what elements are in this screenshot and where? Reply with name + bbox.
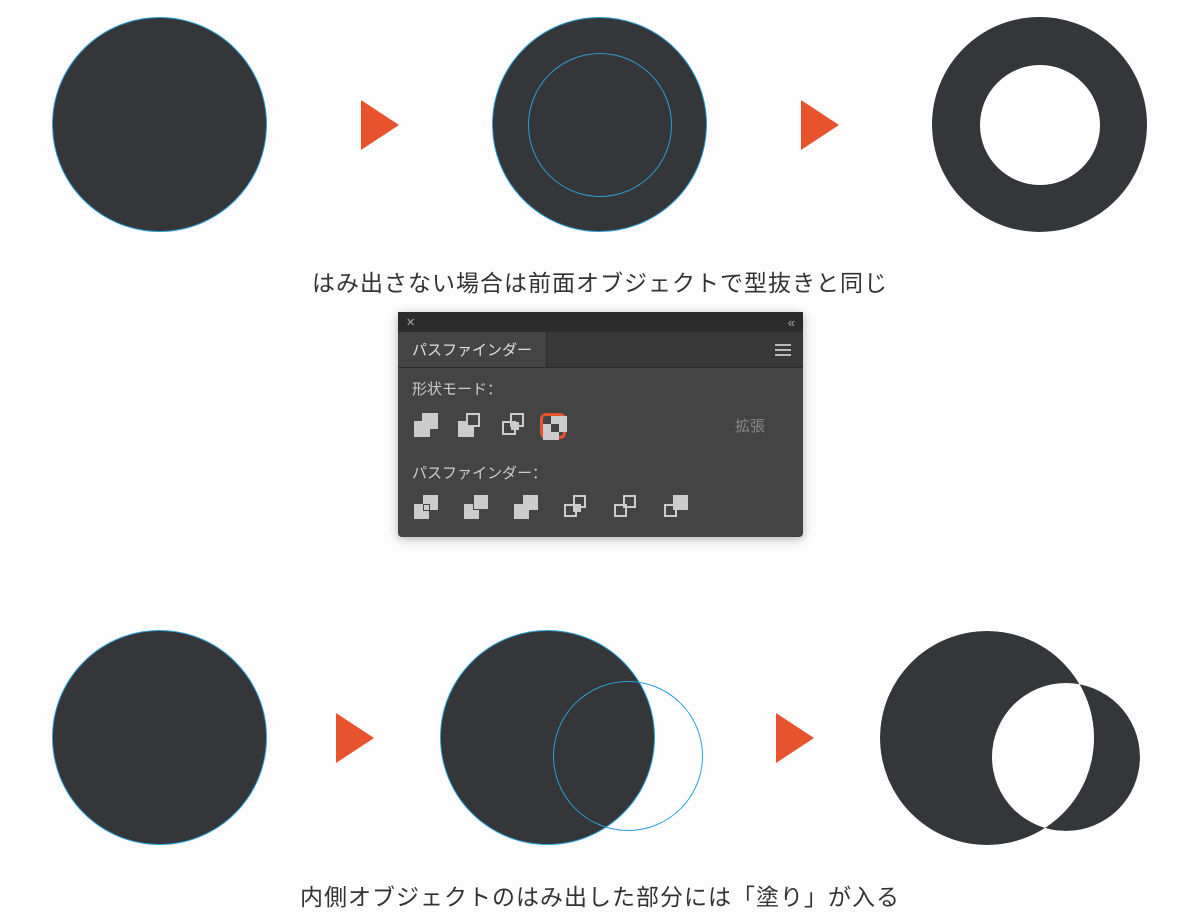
shape-mode-row: 拡張 [398, 405, 803, 452]
outline-icon[interactable] [614, 495, 640, 521]
example-row-2 [0, 628, 1200, 848]
pathfinder-section-label: パスファインダー： [398, 452, 803, 489]
panel-tabs: パスファインダー [398, 332, 803, 368]
arrow-icon [801, 100, 839, 150]
small-circle-outline-offset [553, 681, 703, 831]
pathfinder-panel: ✕ « パスファインダー 形状モード： 拡張 パスファインダー： [398, 312, 803, 537]
step1-circle [50, 628, 270, 848]
arrow-icon [336, 713, 374, 763]
arrow-icon [361, 100, 399, 150]
exclude-svg [880, 628, 1150, 848]
merge-icon[interactable] [514, 495, 540, 521]
caption-top: はみ出さない場合は前面オブジェクトで型抜きと同じ [0, 264, 1200, 298]
divide-icon[interactable] [414, 495, 440, 521]
step2-two-circles-overlap [440, 628, 710, 848]
arrow-icon [776, 713, 814, 763]
step3-ring-result [930, 15, 1150, 235]
trim-icon[interactable] [464, 495, 490, 521]
unite-icon[interactable] [414, 413, 440, 439]
minus-front-icon[interactable] [458, 413, 484, 439]
close-icon[interactable]: ✕ [406, 316, 415, 329]
large-circle-selected [52, 17, 267, 232]
panel-topbar: ✕ « [398, 312, 803, 332]
large-circle-selected [52, 630, 267, 845]
small-circle-outline [528, 53, 672, 197]
crop-icon[interactable] [564, 495, 590, 521]
panel-menu-icon[interactable] [763, 332, 803, 367]
ring-shape [932, 17, 1147, 232]
step2-two-circles-centered [490, 15, 710, 235]
step3-exclude-result [880, 628, 1150, 848]
collapse-icon[interactable]: « [788, 315, 795, 330]
example-row-1 [0, 15, 1200, 235]
exclude-icon[interactable] [540, 413, 566, 439]
minus-back-icon[interactable] [664, 495, 690, 521]
tab-pathfinder[interactable]: パスファインダー [398, 332, 547, 367]
shape-mode-label: 形状モード： [398, 368, 803, 405]
intersect-icon[interactable] [502, 413, 528, 439]
step1-circle [50, 15, 270, 235]
caption-bottom: 内側オブジェクトのはみ出した部分には「塗り」が入る [0, 878, 1200, 912]
expand-button[interactable]: 拡張 [713, 411, 787, 440]
pathfinder-row [398, 489, 803, 537]
